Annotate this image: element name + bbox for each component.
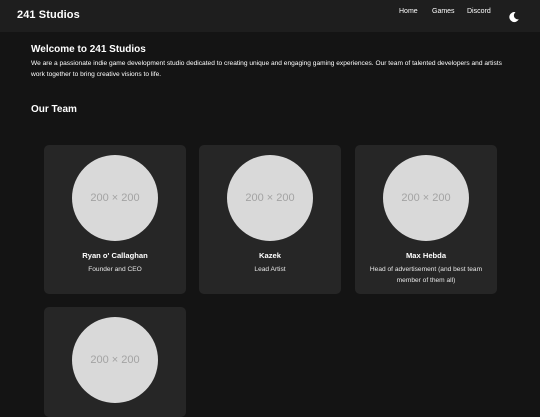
member-name: Kazek [259, 251, 281, 260]
team-member-card: 200 × 200 Ryan o' Callaghan Founder and … [44, 145, 186, 294]
nav-link-games[interactable]: Games [432, 8, 455, 15]
avatar-placeholder: 200 × 200 [383, 155, 469, 241]
member-role: Head of advertisement (and best team mem… [369, 266, 483, 284]
welcome-heading: Welcome to 241 Studios [31, 44, 146, 55]
avatar-placeholder: 200 × 200 [72, 317, 158, 403]
avatar-placeholder: 200 × 200 [227, 155, 313, 241]
avatar-placeholder: 200 × 200 [72, 155, 158, 241]
member-role: Founder and CEO [88, 266, 142, 273]
team-member-card: 200 × 200 Max Hebda Head of advertisemen… [355, 145, 497, 294]
member-role: Lead Artist [254, 266, 286, 273]
nav-link-discord[interactable]: Discord [467, 8, 491, 15]
welcome-description: We are a passionate indie game developme… [31, 60, 502, 78]
brand-logo-link[interactable]: 241 Studios [17, 9, 80, 21]
team-heading: Our Team [31, 104, 77, 115]
member-name: Max Hebda [405, 251, 447, 260]
member-name: Ryan o' Callaghan [82, 251, 148, 260]
nav-link-home[interactable]: Home [399, 8, 418, 15]
moon-icon[interactable] [508, 10, 520, 23]
navbar: 241 Studios Home Games Discord [0, 0, 540, 32]
team-member-card: 200 × 200 [44, 307, 186, 417]
team-member-card: 200 × 200 Kazek Lead Artist [199, 145, 341, 294]
